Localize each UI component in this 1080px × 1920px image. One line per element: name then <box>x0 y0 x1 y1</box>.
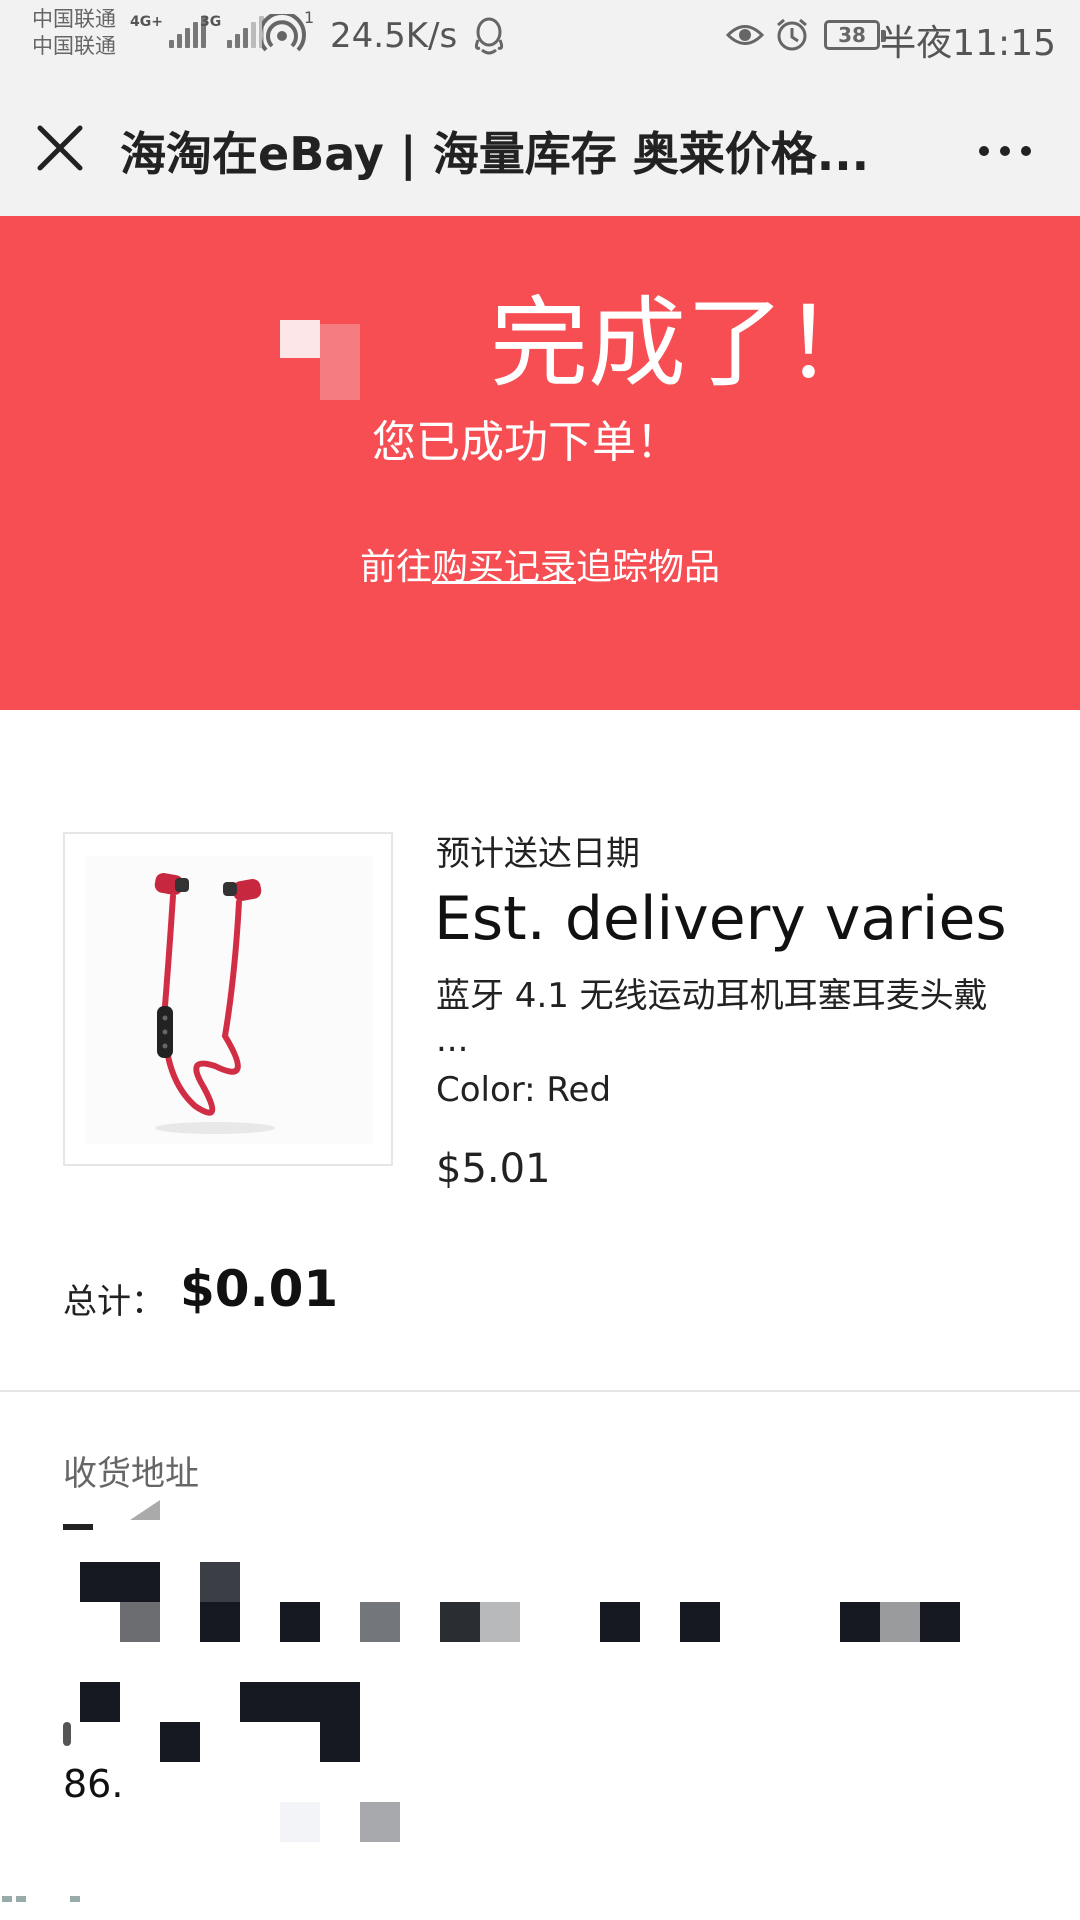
close-icon <box>37 125 83 171</box>
close-button[interactable] <box>30 118 90 178</box>
redaction-block <box>200 1602 240 1642</box>
success-banner: 完成了！ 您已成功下单！ 前往购买记录追踪物品 <box>0 216 1080 710</box>
product-image[interactable] <box>63 832 393 1166</box>
alarm-icon <box>774 17 810 57</box>
battery-level: 38 <box>838 23 866 47</box>
purchase-history-link[interactable]: 购买记录 <box>432 547 576 588</box>
redaction-block <box>920 1602 960 1642</box>
title-bar: 海淘在eBay | 海量库存 奥莱价格... <box>0 78 1080 216</box>
redaction-block <box>160 1722 200 1762</box>
redaction-block <box>120 1602 160 1642</box>
success-subtitle: 您已成功下单！ <box>372 417 680 468</box>
product-thumbnail <box>85 856 373 1144</box>
redaction-block <box>240 1682 360 1722</box>
track-order-line: 前往购买记录追踪物品 <box>0 538 1080 590</box>
redaction-block <box>200 1562 240 1602</box>
delivery-estimate: Est. delivery varies <box>434 884 1007 954</box>
carrier-1: 中国联通 <box>32 7 116 31</box>
clock: 半夜11:15 <box>880 23 1056 64</box>
success-headline: 完成了！ <box>490 287 883 401</box>
redaction-block <box>280 1602 320 1642</box>
track-prefix: 前往 <box>359 547 432 588</box>
network-speed: 24.5K/s <box>330 16 458 56</box>
redaction-block <box>80 1562 160 1602</box>
product-color: Color: Red <box>436 1070 612 1110</box>
redaction-block <box>880 1602 920 1642</box>
section-divider <box>0 1390 1080 1392</box>
redaction-block <box>63 1722 71 1746</box>
redaction-block <box>130 1500 160 1520</box>
carrier-labels: 中国联通 中国联通 <box>32 6 116 60</box>
eye-icon <box>725 18 765 56</box>
redaction-block <box>840 1602 880 1642</box>
watermark-logo <box>0 1894 120 1920</box>
total-amount: $0.01 <box>180 1260 339 1318</box>
redaction-block <box>680 1602 720 1642</box>
redaction-block <box>63 1524 93 1530</box>
redaction-block <box>480 1602 520 1642</box>
network-type-1: 4G+ <box>130 14 163 30</box>
more-button[interactable] <box>970 126 1040 176</box>
qq-icon <box>472 16 506 60</box>
signal-3g-icon: 3G <box>200 14 265 48</box>
more-dots-icon <box>979 146 1031 156</box>
signal-4g-icon: 4G+ <box>130 14 206 48</box>
redaction-block <box>360 1802 400 1842</box>
shipping-address-heading: 收货地址 <box>63 1454 199 1494</box>
confetti-decoration <box>280 320 320 358</box>
status-bar: 中国联通 中国联通 4G+ 3G 1 24.5K/s 38 半夜11:15 <box>0 0 1080 78</box>
earphones-image <box>154 872 275 1134</box>
track-suffix: 追踪物品 <box>576 547 721 588</box>
hotspot-icon: 1 <box>258 8 316 58</box>
redaction-block <box>280 1802 320 1842</box>
network-type-2: 3G <box>200 14 222 30</box>
product-price: $5.01 <box>436 1146 551 1192</box>
redaction-block <box>360 1602 400 1642</box>
product-title[interactable]: 蓝牙 4.1 无线运动耳机耳塞耳麦头戴 ... <box>436 974 1026 1062</box>
redaction-block <box>440 1602 480 1642</box>
delivery-label: 预计送达日期 <box>436 834 640 874</box>
redaction-block <box>600 1602 640 1642</box>
total-label: 总计： <box>63 1282 165 1322</box>
battery-icon: 38 <box>824 20 886 50</box>
redaction-block <box>320 1722 360 1762</box>
carrier-2: 中国联通 <box>32 34 116 58</box>
phone-number-partial: 86. <box>63 1762 124 1806</box>
confetti-decoration <box>320 324 360 400</box>
hotspot-count: 1 <box>304 8 315 27</box>
page-title: 海淘在eBay | 海量库存 奥莱价格... <box>120 127 870 181</box>
redaction-block <box>80 1682 120 1722</box>
